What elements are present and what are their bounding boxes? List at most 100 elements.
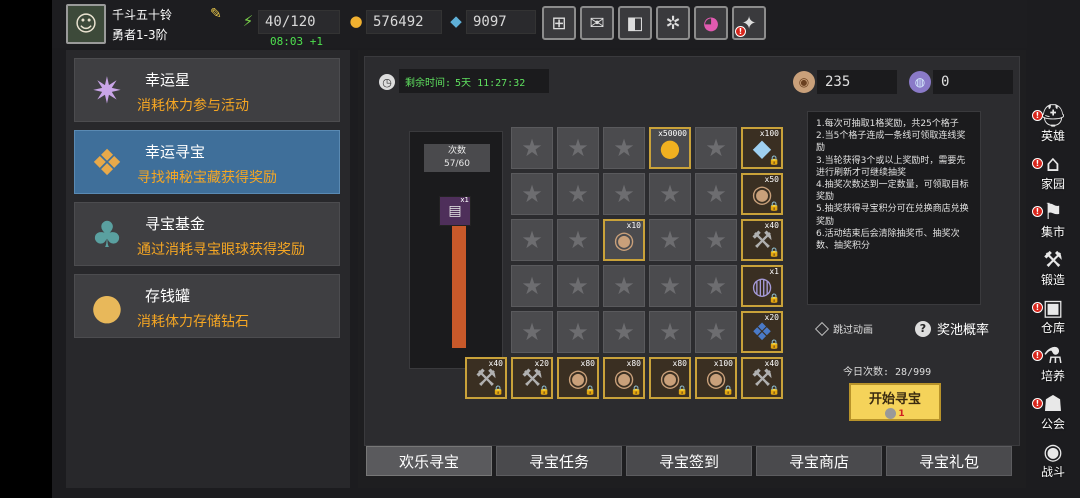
sidebar-item[interactable]: ◉ 战斗 <box>1030 436 1076 480</box>
sidebar-item[interactable]: ⌂ 家园! <box>1030 148 1076 192</box>
star-icon: ★ <box>613 272 635 300</box>
mail-icon[interactable]: ✉ <box>580 6 614 40</box>
sidebar-item[interactable]: ⛑ 英雄! <box>1030 100 1076 144</box>
sidebar-icon: ⌂ <box>1046 152 1060 177</box>
reward-count: x40 <box>764 359 779 368</box>
grid-cell-hidden[interactable]: ★ <box>557 127 599 169</box>
lock-icon: 🔒 <box>630 386 642 396</box>
grid-cell-hidden[interactable]: ★ <box>511 173 553 215</box>
tab-hunt-gift[interactable]: 寻宝礼包 <box>886 446 1012 476</box>
reward-cell: ◉ x80 🔒 <box>557 357 599 399</box>
shop-cart-icon[interactable]: ⊞ <box>542 6 576 40</box>
skip-checkbox-icon[interactable] <box>814 321 830 336</box>
draw-counter-panel: 次数 57/60 ▤ x1 <box>409 131 503 369</box>
reward-cell: ❖ x20 🔒 <box>741 311 783 353</box>
player-avatar[interactable]: ☺ <box>66 4 106 44</box>
grid-cell-hidden[interactable]: ★ <box>511 219 553 261</box>
reward-count: x20 <box>764 313 779 322</box>
question-icon: ? <box>915 320 931 337</box>
sidebar-icon: ▣ <box>1042 296 1064 321</box>
rule-line: 1.每次可抽取1格奖励，共25个格子 <box>816 119 959 129</box>
star-icon: ★ <box>567 272 589 300</box>
rule-line: 5.抽奖获得寻宝积分可在兑换商店兑换奖励 <box>816 204 969 227</box>
sidebar-item[interactable]: ⚒ 锻造 <box>1030 244 1076 288</box>
start-hunt-button[interactable]: 开始寻宝 1 <box>849 383 941 421</box>
grid-cell-hidden[interactable]: ★ <box>649 265 691 307</box>
grid-cell-hidden[interactable]: ★ <box>695 173 737 215</box>
star-icon: ★ <box>521 134 543 162</box>
star-icon: ★ <box>659 318 681 346</box>
sidebar-label: 培养 <box>1040 369 1065 383</box>
sidebar-label: 仓库 <box>1040 321 1065 335</box>
grid-cell-hidden[interactable]: ★ <box>649 219 691 261</box>
alert-badge-icon: ! <box>1032 110 1043 121</box>
star-icon: ★ <box>659 180 681 208</box>
reward-cell: ◉ x50 🔒 <box>741 173 783 215</box>
grid-cell-hidden[interactable]: ★ <box>557 173 599 215</box>
sidebar-label: 战斗 <box>1040 465 1065 479</box>
activity-menu: ✷ 幸运星 消耗体力参与活动 ❖ 幸运寻宝 寻找神秘宝藏获得奖励 ♣ 寻宝基金 … <box>66 50 350 488</box>
grid-cell-hidden[interactable]: ★ <box>511 311 553 353</box>
news-badge-icon: ! <box>735 26 746 37</box>
tab-happy-hunt[interactable]: 欢乐寻宝 <box>366 446 492 476</box>
sidebar-item[interactable]: ☗ 公会! <box>1030 388 1076 432</box>
sidebar-icon: ⚑ <box>1043 200 1063 225</box>
star-icon: ★ <box>705 272 727 300</box>
grid-cell-hidden[interactable]: ★ <box>511 127 553 169</box>
menu-desc: 消耗体力存储钻石 <box>137 314 249 330</box>
edit-name-icon[interactable]: ✎ <box>210 6 222 22</box>
sidebar-label: 锻造 <box>1040 273 1065 287</box>
gamepad-icon[interactable]: ◧ <box>618 6 652 40</box>
grid-cell-hidden[interactable]: ★ <box>695 219 737 261</box>
stamina-icon: ⚡ <box>242 12 254 30</box>
grid-cell-hidden[interactable]: ★ <box>649 311 691 353</box>
star-icon: ★ <box>659 226 681 254</box>
menu-item-piggy-bank[interactable]: ● 存钱罐 消耗体力存储钻石 <box>74 274 340 338</box>
grid-cell-hidden[interactable]: ★ <box>557 311 599 353</box>
pool-odds-button[interactable]: ? 奖池概率 <box>915 319 989 338</box>
menu-item-lucky-star[interactable]: ✷ 幸运星 消耗体力参与活动 <box>74 58 340 122</box>
gear-icon[interactable]: ✲ <box>656 6 690 40</box>
grid-cell-hidden[interactable]: ★ <box>603 311 645 353</box>
target-reward-scroll-icon[interactable]: ▤ x1 <box>439 196 471 226</box>
sidebar-item[interactable]: ⚑ 集市! <box>1030 196 1076 240</box>
tab-hunt-tasks[interactable]: 寻宝任务 <box>496 446 622 476</box>
lock-icon: 🔒 <box>768 248 780 258</box>
tab-hunt-signin[interactable]: 寻宝签到 <box>626 446 752 476</box>
grid-cell-hidden[interactable]: ★ <box>649 173 691 215</box>
stamina-timer: 08:03 +1 <box>270 35 323 48</box>
grid-cell-hidden[interactable]: ★ <box>557 219 599 261</box>
grid-cell-hidden[interactable]: ★ <box>695 265 737 307</box>
menu-title: 存钱罐 <box>145 287 191 305</box>
skip-animation-toggle[interactable]: 跳过动画 <box>814 321 873 336</box>
grid-cell-hidden[interactable]: ★ <box>603 127 645 169</box>
orb-currency-icon: ◍ <box>909 71 931 93</box>
menu-desc: 寻找神秘宝藏获得奖励 <box>137 170 277 186</box>
reward-count: x80 <box>580 359 595 368</box>
draw-counter-label: 次数 57/60 <box>424 144 490 172</box>
lock-icon: 🔒 <box>768 202 780 212</box>
grid-cell-hidden[interactable]: ★ <box>603 265 645 307</box>
sidebar-label: 集市 <box>1040 225 1065 239</box>
egg-currency-icon: ◉ <box>793 71 815 93</box>
sidebar-item[interactable]: ▣ 仓库! <box>1030 292 1076 336</box>
treasure-hunt-panel: ◷ 剩余时间: 5天 11:27:32 ◉ 235 ◍ 0 次数 57/60 ▤… <box>358 50 1026 488</box>
color-wheel-icon[interactable]: ◕ <box>694 6 728 40</box>
orb-currency-value: 0 <box>933 70 1013 94</box>
top-bar: ☺ 千斗五十铃 勇者1-3阶 ✎ ⚡ 40/120 08:03 +1 ● 576… <box>52 0 1027 48</box>
remaining-time-value: 5天 11:27:32 <box>455 77 526 89</box>
tab-hunt-shop[interactable]: 寻宝商店 <box>756 446 882 476</box>
menu-item-treasure-fund[interactable]: ♣ 寻宝基金 通过消耗寻宝眼球获得奖励 <box>74 202 340 266</box>
sidebar-item[interactable]: ⚗ 培养! <box>1030 340 1076 384</box>
grid-cell-hidden[interactable]: ★ <box>695 311 737 353</box>
grid-cell-hidden[interactable]: ★ <box>603 173 645 215</box>
menu-item-lucky-treasure[interactable]: ❖ 幸运寻宝 寻找神秘宝藏获得奖励 <box>74 130 340 194</box>
grid-cell-hidden[interactable]: ★ <box>511 265 553 307</box>
left-edge-bar <box>0 0 52 498</box>
counter-progress-fill <box>452 205 466 348</box>
rule-line: 6.活动结束后会清除抽奖币、抽奖次数、抽奖积分 <box>816 228 960 252</box>
remaining-time-label: 剩余时间: <box>405 77 452 89</box>
grid-cell-hidden[interactable]: ★ <box>695 127 737 169</box>
piggy-bank-icon: ● <box>91 286 123 328</box>
grid-cell-hidden[interactable]: ★ <box>557 265 599 307</box>
